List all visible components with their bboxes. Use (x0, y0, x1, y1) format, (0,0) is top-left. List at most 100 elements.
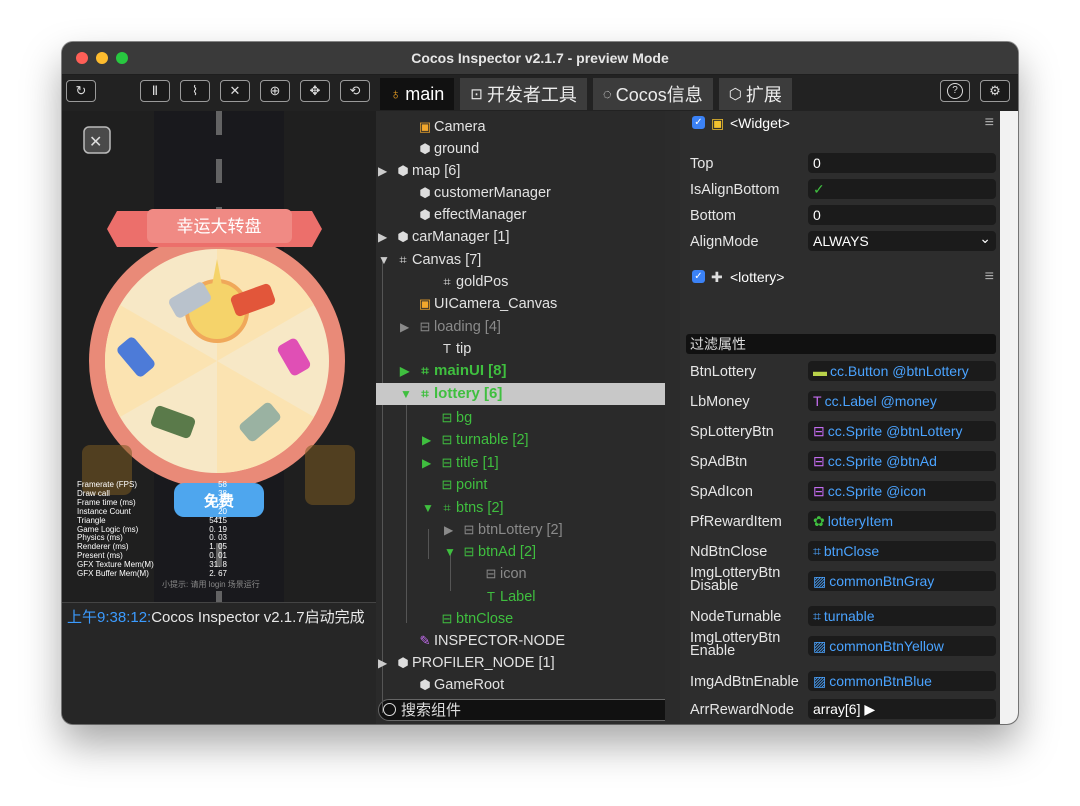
prop-reference-field[interactable]: ⊟ cc.Sprite @icon (808, 481, 996, 501)
rotate-button[interactable]: ⟲ (340, 80, 370, 102)
tree-node-label: mainUI [8] (434, 362, 507, 379)
expand-arrow-icon[interactable]: ▼ (444, 541, 460, 563)
prop-row-arrrewardnode: ArrRewardNode array[6] ▶ (680, 696, 1000, 722)
tree-node-uicamera_canvas[interactable]: ▣ UICamera_Canvas (376, 293, 557, 315)
expand-arrow-icon[interactable]: ▶ (378, 226, 394, 248)
properties-panel: 过滤属性 ✓ ▣ <Widget> ≡ ✓ ✚ <lottery> ≡ Top 0 IsAlignB… (680, 111, 1018, 724)
tree-node-mainui[interactable]: ▶ ⌗ mainUI [8] (376, 360, 507, 382)
profiler-button[interactable]: ⌇ (180, 80, 210, 102)
prop-value-field[interactable]: 0 (808, 153, 996, 173)
expand-arrow-icon[interactable]: ▶ (400, 360, 416, 382)
tree-node-btnad[interactable]: ▼ ⊟ btnAd [2] (376, 541, 536, 563)
prop-reference-field[interactable]: ▨ commonBtnYellow (808, 636, 996, 656)
help-button[interactable]: ? (940, 80, 970, 102)
prop-reference-field[interactable]: ▨ commonBtnGray (808, 571, 996, 591)
button-icon: ▬ (813, 363, 827, 379)
expand-arrow-icon[interactable]: ▶ (422, 452, 438, 474)
prop-reference-field[interactable]: ⊟ cc.Sprite @btnAd (808, 451, 996, 471)
tree-node-loading[interactable]: ▶ ⊟ loading [4] (376, 316, 501, 338)
close-icon[interactable]: ✕ (89, 132, 102, 152)
prop-value: btnClose (823, 543, 880, 559)
node-icon: ⬢ (419, 677, 431, 692)
pause-button[interactable]: Ⅱ (140, 80, 170, 102)
component-menu-icon[interactable]: ≡ (985, 265, 994, 289)
prop-reference-field[interactable]: ⊟ cc.Sprite @btnLottery (808, 421, 996, 441)
node-icon: ⬢ (419, 185, 431, 200)
console-message: Cocos Inspector v2.1.7启动完成 (151, 609, 365, 626)
mute-button[interactable]: ✕ (220, 80, 250, 102)
prop-reference-field[interactable]: Tcc.Label @money (808, 391, 996, 411)
canvas-icon: ⌗ (443, 500, 451, 515)
expand-arrow-icon[interactable]: ▶ (378, 652, 394, 674)
tree-node-label[interactable]: T Label (376, 586, 535, 608)
expand-arrow-icon[interactable]: ▶ (444, 519, 460, 541)
refresh-button[interactable]: ↻ (66, 80, 96, 102)
tree-node-map[interactable]: ▶ ⬢ map [6] (376, 160, 460, 182)
prop-label: SpAdBtn (690, 454, 748, 470)
tree-node-customermanager[interactable]: ⬢ customerManager (376, 182, 551, 204)
expand-arrow-icon[interactable]: ▼ (400, 383, 416, 405)
settings-button[interactable]: ⚙ (980, 80, 1010, 102)
expand-arrow-icon[interactable]: ▶ (422, 429, 438, 451)
tree-node-label: Camera (434, 119, 486, 135)
prop-reference-field[interactable]: ✿ lotteryItem (808, 511, 996, 531)
window-title: Cocos Inspector v2.1.7 - preview Mode (411, 50, 669, 66)
tree-node-carmanager[interactable]: ▶ ⬢ carManager [1] (376, 226, 510, 248)
puzzle-component-header[interactable]: ✓ ✚ <lottery> ≡ (680, 265, 1000, 289)
tree-node-lottery[interactable]: ▼ ⌗ lottery [6] (376, 383, 665, 405)
canvas-icon: ⌗ (443, 274, 451, 289)
tab-cocos-info[interactable]: ◌ Cocos信息 (592, 78, 713, 110)
tree-node-label: btns [2] (456, 500, 504, 516)
tree-node-camera[interactable]: ▣ Camera (376, 116, 486, 138)
tab-main[interactable]: ♁ main (380, 78, 455, 110)
tab-devtools[interactable]: ⊡ 开发者工具 (460, 78, 587, 110)
prop-value: commonBtnBlue (829, 673, 932, 689)
prop-label: NodeTurnable (690, 609, 782, 625)
prop-value-field[interactable]: ✓ (808, 179, 996, 199)
prop-reference-field[interactable]: array[6] ▶ (808, 699, 996, 719)
expand-arrow-icon[interactable]: ▶ (400, 316, 416, 338)
align-mode-select[interactable]: ALWAYS ⌄ (808, 231, 996, 251)
game-preview[interactable]: 幸运大转盘 免费 ✕ Framerate (FPS) 58 Draw call 38 F… (62, 111, 376, 602)
tree-node-effectmanager[interactable]: ⬢ effectManager (376, 204, 526, 226)
move-icon: ✥ (309, 83, 321, 98)
prop-reference-field[interactable]: ⌗ turnable (808, 606, 996, 626)
enabled-checkbox[interactable]: ✓ (692, 116, 705, 129)
filter-input[interactable]: 过滤属性 (686, 334, 996, 354)
node-icon: ⬢ (397, 163, 409, 178)
enabled-checkbox[interactable]: ✓ (692, 270, 705, 283)
tree-node-btnclose[interactable]: ⊟ btnClose (376, 608, 514, 630)
tree-node-tip[interactable]: Ttip (376, 338, 471, 360)
move-button[interactable]: ✥ (300, 80, 330, 102)
prop-row-imgadbtnenable: ImgAdBtnEnable ▨ commonBtnBlue (680, 668, 1000, 694)
tree-node-turnable[interactable]: ▶ ⊟ turnable [2] (376, 429, 529, 451)
tree-node-btns[interactable]: ▼ ⌗ btns [2] (376, 497, 504, 519)
tab-extensions[interactable]: ⬡ 扩展 (718, 78, 792, 110)
stat-label: GFX Buffer Mem(M) (77, 569, 149, 579)
rotate-icon: ⟲ (349, 83, 361, 98)
tree-node-ground[interactable]: ⬢ ground (376, 138, 479, 160)
prop-reference-field[interactable]: ▬ cc.Button @btnLottery (808, 361, 996, 381)
tree-node-inspector-node[interactable]: ✎ INSPECTOR-NODE (376, 630, 566, 652)
expand-arrow-icon[interactable]: ▶ (378, 160, 394, 182)
tree-node-goldpos[interactable]: ⌗ goldPos (376, 271, 508, 293)
tree-node-canvas[interactable]: ▼ ⌗ Canvas [7] (376, 249, 481, 271)
target-button[interactable]: ⊕ (260, 80, 290, 102)
widget-component-header[interactable]: ✓ ▣ <Widget> ≡ (680, 111, 1000, 135)
expand-arrow-icon[interactable]: ▼ (422, 497, 438, 519)
tree-node-btnlottery[interactable]: ▶ ⊟ btnLottery [2] (376, 519, 563, 541)
tree-node-point[interactable]: ⊟ point (376, 474, 488, 496)
tree-node-profiler_node[interactable]: ▶ ⬢ PROFILER_NODE [1] (376, 652, 555, 674)
prop-reference-field[interactable]: ▨ commonBtnBlue (808, 671, 996, 691)
prop-value-field[interactable]: 0 (808, 205, 996, 225)
expand-arrow-icon[interactable]: ▼ (378, 249, 394, 271)
tree-node-gameroot[interactable]: ⬢ GameRoot (376, 674, 504, 696)
prop-value: cc.Sprite @btnAd (827, 453, 937, 469)
search-input[interactable]: 搜索组件 (378, 699, 665, 721)
tree-node-icon[interactable]: ⊟ icon (376, 563, 527, 585)
sprite-icon: ⊟ (441, 477, 453, 492)
tree-node-title[interactable]: ▶ ⊟ title [1] (376, 452, 499, 474)
prop-reference-field[interactable]: ⌗ btnClose (808, 541, 996, 561)
component-menu-icon[interactable]: ≡ (985, 111, 994, 135)
tree-node-bg[interactable]: ⊟ bg (376, 407, 473, 429)
